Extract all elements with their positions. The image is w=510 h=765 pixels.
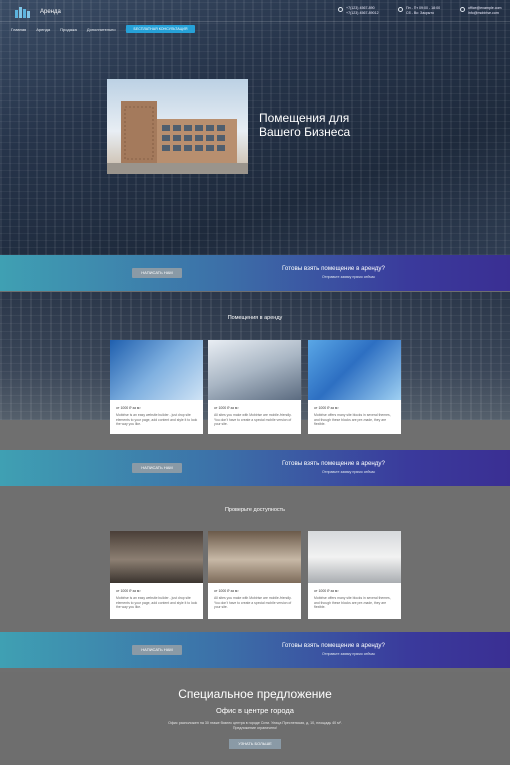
- hours-contact: Пн - Пт 09:00 - 18:00 Сб - Вс: Закрыто: [406, 6, 440, 16]
- cta-banner: НАПИСАТЬ НАМ Готовы взять помещение в ар…: [0, 450, 510, 486]
- availability-card-text: Mobirise is an easy website builder - ju…: [116, 596, 198, 610]
- nav-item-home[interactable]: Главная: [11, 27, 26, 32]
- availability-section-title: Проверьте доступность: [224, 507, 286, 513]
- main-nav: Главная Аренда Продажа Дополнительно Кон…: [11, 27, 143, 32]
- consultation-label: БЕСПЛАТНАЯ КОНСУЛЬТАЦИЯ: [133, 27, 188, 31]
- write-us-button[interactable]: НАПИСАТЬ НАМ: [132, 268, 182, 278]
- hours-2: Сб - Вс: Закрыто: [406, 11, 434, 15]
- offer-description: Офис расположен на 30 этаже бизнес центр…: [168, 721, 342, 730]
- rent-card[interactable]: от 1000 ₽ за м² All sites you make with …: [208, 340, 301, 434]
- cta-subtitle: Отправьте заявку прямо сейчас: [322, 470, 376, 474]
- hero-title: Помещения для Вашего Бизнеса: [259, 111, 351, 139]
- email-2[interactable]: info@mobirise.com: [468, 11, 502, 16]
- cta-subtitle: Отправьте заявку прямо сейчас: [322, 275, 376, 279]
- clock-icon: [398, 7, 403, 12]
- offer-title: Специальное предложение: [178, 687, 332, 701]
- phone-icon: [338, 7, 343, 12]
- availability-card-image: [208, 531, 301, 583]
- header-divider: [0, 21, 510, 22]
- availability-card-image: [308, 531, 401, 583]
- nav-item-sale[interactable]: Продажа: [60, 27, 77, 32]
- learn-more-button[interactable]: УЗНАТЬ БОЛЬШЕ: [229, 739, 281, 749]
- cta-banner: НАПИСАТЬ НАМ Готовы взять помещение в ар…: [0, 255, 510, 291]
- availability-card[interactable]: от 1000 ₽ за м² All sites you make with …: [208, 531, 301, 619]
- phone-2[interactable]: +7(123) 4567-89012: [346, 11, 379, 16]
- rent-card-price: от 1000 ₽ за м²: [314, 406, 339, 410]
- rent-card-text: Mobirise is an easy website builder - ju…: [116, 413, 198, 427]
- availability-card[interactable]: от 1000 ₽ за м² Mobirise offers many sit…: [308, 531, 401, 619]
- cta-title: Готовы взять помещение в аренду?: [282, 265, 385, 272]
- rent-section-title: Помещения в аренду: [227, 315, 283, 321]
- availability-card-text: Mobirise offers many site blocks in seve…: [314, 596, 391, 610]
- cta-banner: НАПИСАТЬ НАМ Готовы взять помещение в ар…: [0, 632, 510, 668]
- availability-card-text: All sites you make with Mobirise are mob…: [214, 596, 292, 610]
- mail-icon: [460, 7, 465, 12]
- availability-card-price: от 1000 ₽ за м²: [214, 589, 239, 593]
- rent-card-text: All sites you make with Mobirise are mob…: [214, 413, 292, 427]
- rent-card-image: [208, 340, 301, 400]
- write-us-button[interactable]: НАПИСАТЬ НАМ: [132, 463, 182, 473]
- hero-background: [0, 0, 510, 255]
- rent-card[interactable]: от 1000 ₽ за м² Mobirise is an easy webs…: [110, 340, 203, 434]
- offer-subtitle: Офис в центре города: [216, 706, 294, 715]
- logo-icon[interactable]: [14, 6, 32, 18]
- cta-title: Готовы взять помещение в аренду?: [282, 642, 385, 649]
- email-contact: office@example.com info@mobirise.com: [468, 6, 502, 16]
- special-offer-section: [0, 672, 510, 765]
- rent-card[interactable]: от 1000 ₽ за м² Mobirise offers many sit…: [308, 340, 401, 434]
- rent-card-image: [308, 340, 401, 400]
- building-illustration: [107, 101, 248, 174]
- cta-subtitle: Отправьте заявку прямо сейчас: [322, 652, 376, 656]
- availability-card-price: от 1000 ₽ за м²: [116, 589, 141, 593]
- rent-card-image: [110, 340, 203, 400]
- rent-card-price: от 1000 ₽ за м²: [214, 406, 239, 410]
- free-consultation-button[interactable]: БЕСПЛАТНАЯ КОНСУЛЬТАЦИЯ: [126, 25, 195, 33]
- brand-name[interactable]: Аренда: [40, 9, 61, 15]
- nav-item-rent[interactable]: Аренда: [36, 27, 50, 32]
- cta-title: Готовы взять помещение в аренду?: [282, 460, 385, 467]
- phone-contact: +7(123) 4567-890 +7(123) 4567-89012: [346, 6, 379, 16]
- availability-card-price: от 1000 ₽ за м²: [314, 589, 339, 593]
- availability-card[interactable]: от 1000 ₽ за м² Mobirise is an easy webs…: [110, 531, 203, 619]
- availability-card-image: [110, 531, 203, 583]
- rent-card-price: от 1000 ₽ за м²: [116, 406, 141, 410]
- nav-item-extra[interactable]: Дополнительно: [87, 27, 116, 32]
- hero-building-image: [107, 79, 248, 174]
- write-us-button[interactable]: НАПИСАТЬ НАМ: [132, 645, 182, 655]
- rent-card-text: Mobirise offers many site blocks in seve…: [314, 413, 391, 427]
